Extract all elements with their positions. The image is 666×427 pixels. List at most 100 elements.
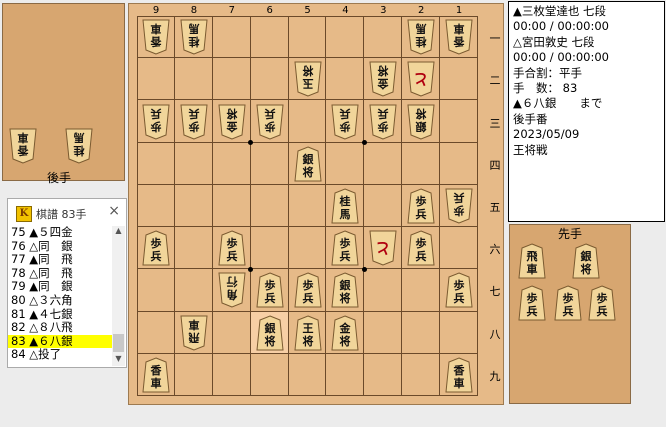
svg-text:将: 将 [302, 165, 313, 179]
sente-hand-piece[interactable]: 歩兵 [588, 285, 616, 321]
svg-text:兵: 兵 [226, 249, 237, 263]
svg-text:歩: 歩 [302, 278, 313, 292]
gote-piece[interactable]: 桂馬 [407, 19, 435, 55]
svg-text:銀: 銀 [302, 152, 313, 166]
scroll-thumb[interactable] [113, 334, 124, 352]
sente-piece[interactable]: 歩兵 [445, 272, 473, 308]
sente-piece-stand: 先手 飛車銀将歩兵歩兵歩兵 [509, 224, 631, 404]
game-date: 2023/05/09 [513, 127, 580, 142]
kifu-titlebar[interactable]: K 棋譜 83手 × [8, 199, 126, 225]
svg-text:角: 角 [226, 288, 237, 302]
kifu-move-row[interactable]: 77 ▲同 飛 [8, 253, 112, 267]
kifu-move-row[interactable]: 81 ▲４七銀 [8, 307, 112, 322]
sente-piece[interactable]: 歩兵 [218, 230, 246, 266]
sente-piece[interactable]: 歩兵 [331, 230, 359, 266]
sente-piece[interactable]: 桂馬 [331, 188, 359, 224]
svg-text:桂: 桂 [188, 35, 200, 49]
kifu-move-row[interactable]: 84 △投了 [8, 348, 112, 362]
kifu-move-list[interactable]: 75 ▲５四金 76 △同 銀 77 ▲同 飛 78 △同 飛 79 ▲同 銀 80 △３… [8, 225, 112, 362]
sente-piece[interactable]: 銀将 [331, 272, 359, 308]
sente-player: ▲三枚堂達也 七段 [513, 4, 606, 18]
gote-hand-piece[interactable]: 香車 [9, 128, 37, 164]
gote-piece[interactable]: 金将 [369, 61, 397, 97]
sente-piece[interactable]: 歩兵 [407, 230, 435, 266]
svg-text:歩: 歩 [188, 120, 199, 134]
svg-text:歩: 歩 [340, 236, 351, 250]
kifu-move-row[interactable]: 79 ▲同 銀 [8, 280, 112, 294]
rank-label: 五 [489, 201, 501, 214]
scroll-up-icon[interactable]: ▲ [112, 226, 125, 238]
svg-text:将: 将 [264, 334, 275, 348]
sente-piece[interactable]: 歩兵 [407, 188, 435, 224]
gote-piece[interactable]: 金将 [218, 104, 246, 140]
svg-text:将: 将 [340, 334, 351, 348]
sente-piece[interactable]: 銀将 [293, 146, 322, 182]
svg-text:馬: 馬 [416, 22, 427, 35]
svg-text:歩: 歩 [150, 120, 161, 134]
svg-text:香: 香 [17, 144, 30, 158]
gote-label: 後手 [47, 171, 72, 185]
file-label: 8 [190, 5, 198, 16]
gote-piece[interactable]: 桂馬 [180, 19, 208, 55]
svg-text:将: 将 [378, 64, 389, 78]
gote-piece[interactable]: 玉将 [293, 61, 322, 97]
svg-text:銀: 銀 [340, 278, 351, 292]
gote-piece[interactable]: 歩兵 [256, 104, 284, 140]
svg-text:兵: 兵 [264, 291, 275, 305]
gote-piece[interactable]: 歩兵 [142, 104, 170, 140]
sente-piece[interactable]: 金将 [331, 315, 359, 351]
svg-text:と: と [376, 239, 391, 257]
sente-hand-piece[interactable]: 飛車 [518, 243, 546, 279]
kifu-move-row[interactable]: 82 △８八飛 [8, 321, 112, 335]
gote-piece[interactable]: 角行 [218, 272, 246, 308]
side-to-move: 後手番 [513, 111, 548, 126]
sente-hand-piece[interactable]: 歩兵 [554, 285, 582, 321]
svg-text:兵: 兵 [340, 107, 351, 121]
sente-piece[interactable]: 歩兵 [142, 230, 170, 266]
gote-piece[interactable]: 香車 [142, 19, 170, 55]
kifu-move-row[interactable]: 78 △同 飛 [8, 266, 112, 281]
sente-label: 先手 [558, 227, 583, 241]
sente-piece[interactable]: 銀将 [256, 315, 284, 351]
gote-hand-piece[interactable]: 桂馬 [65, 128, 93, 164]
gote-piece[interactable]: 歩兵 [180, 104, 208, 140]
gote-piece[interactable]: と [407, 61, 435, 97]
sente-hand-piece[interactable]: 銀将 [572, 243, 600, 279]
rank-label: 六 [489, 243, 501, 257]
sente-hand-piece[interactable]: 歩兵 [518, 285, 546, 321]
svg-text:将: 将 [581, 262, 592, 276]
kifu-title: 棋譜 83手 [36, 208, 87, 221]
gote-piece[interactable]: 香車 [445, 19, 473, 55]
kifu-move-row[interactable]: 76 △同 銀 [8, 239, 112, 254]
gote-piece[interactable]: 歩兵 [445, 188, 473, 224]
svg-text:歩: 歩 [454, 204, 465, 218]
scroll-down-icon[interactable]: ▼ [112, 354, 125, 366]
kifu-move-row[interactable]: 75 ▲５四金 [8, 225, 112, 240]
svg-text:歩: 歩 [264, 120, 275, 134]
svg-text:金: 金 [339, 321, 352, 335]
star-point [361, 140, 367, 146]
svg-text:飛: 飛 [526, 250, 538, 263]
sente-piece[interactable]: 香車 [445, 357, 473, 393]
sente-piece[interactable]: 歩兵 [256, 272, 284, 308]
kifu-window[interactable]: K 棋譜 83手 × 75 ▲５四金 76 △同 銀 77 ▲同 飛 78 △同 飛7… [7, 198, 127, 368]
file-label: 7 [228, 5, 235, 16]
kifu-scrollbar[interactable]: ▲ ▼ [112, 226, 125, 366]
svg-text:桂: 桂 [416, 35, 428, 49]
close-icon[interactable]: × [108, 203, 120, 219]
sente-piece[interactable]: 王将 [293, 315, 322, 351]
gote-piece[interactable]: 飛車 [180, 315, 208, 351]
svg-text:飛: 飛 [188, 331, 200, 344]
shogi-board: 香車桂馬桂馬香車玉将金将と歩兵歩兵金将歩兵歩兵歩兵銀将銀将桂馬歩兵歩兵歩兵歩兵歩… [128, 3, 504, 405]
kifu-move-row[interactable]: 80 △３六角 [8, 293, 112, 308]
sente-piece[interactable]: 歩兵 [293, 272, 322, 308]
kifu-move-row[interactable]: 83 ▲６八銀 [8, 334, 112, 349]
gote-piece[interactable]: と [369, 230, 397, 266]
gote-piece[interactable]: 歩兵 [331, 104, 359, 140]
sente-piece[interactable]: 香車 [142, 357, 170, 393]
svg-text:香: 香 [149, 363, 162, 377]
gote-piece[interactable]: 銀将 [407, 104, 435, 140]
gote-piece[interactable]: 歩兵 [369, 104, 397, 140]
svg-text:将: 将 [226, 107, 237, 121]
svg-text:桂: 桂 [74, 144, 86, 158]
